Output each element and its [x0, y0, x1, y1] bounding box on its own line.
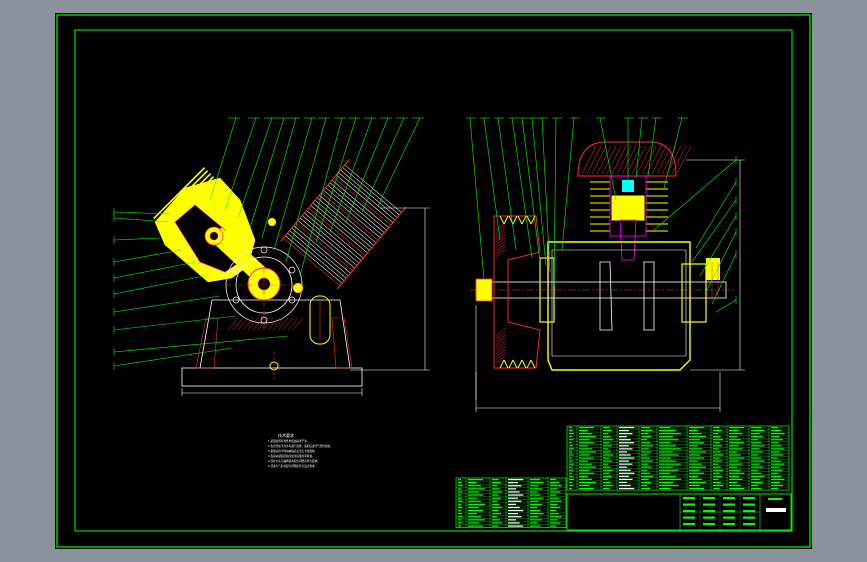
note-line-3: 3.装配后用手转动曲轴应灵活无卡滞现象。	[268, 449, 317, 453]
notes-title: 技术要求	[278, 432, 294, 438]
note-line-4: 4.各运动副装配前应加注适量的润滑油。	[268, 454, 315, 458]
piston	[611, 195, 645, 221]
note-line-1: 1.装配前所有零件用煤油清洗干净。	[268, 439, 309, 443]
cad-viewer[interactable]: 技术要求 1.装配前所有零件用煤油清洗干净。 2.各密封处不允许有漏气现象，装配…	[0, 0, 867, 562]
assembly-drawing: 技术要求 1.装配前所有零件用煤油清洗干净。 2.各密封处不允许有漏气现象，装配…	[55, 13, 812, 549]
note-line-2: 2.各密封处不允许有漏气现象，装配后进行气密性试验。	[268, 444, 333, 448]
note-line-6: 6.活塞与气缸的配合间隙应符合设计要求。	[268, 464, 317, 468]
note-line-5: 5.连杆大头与曲柄销的配合间隙应符合要求。	[268, 459, 320, 463]
shaft-end	[475, 278, 493, 302]
